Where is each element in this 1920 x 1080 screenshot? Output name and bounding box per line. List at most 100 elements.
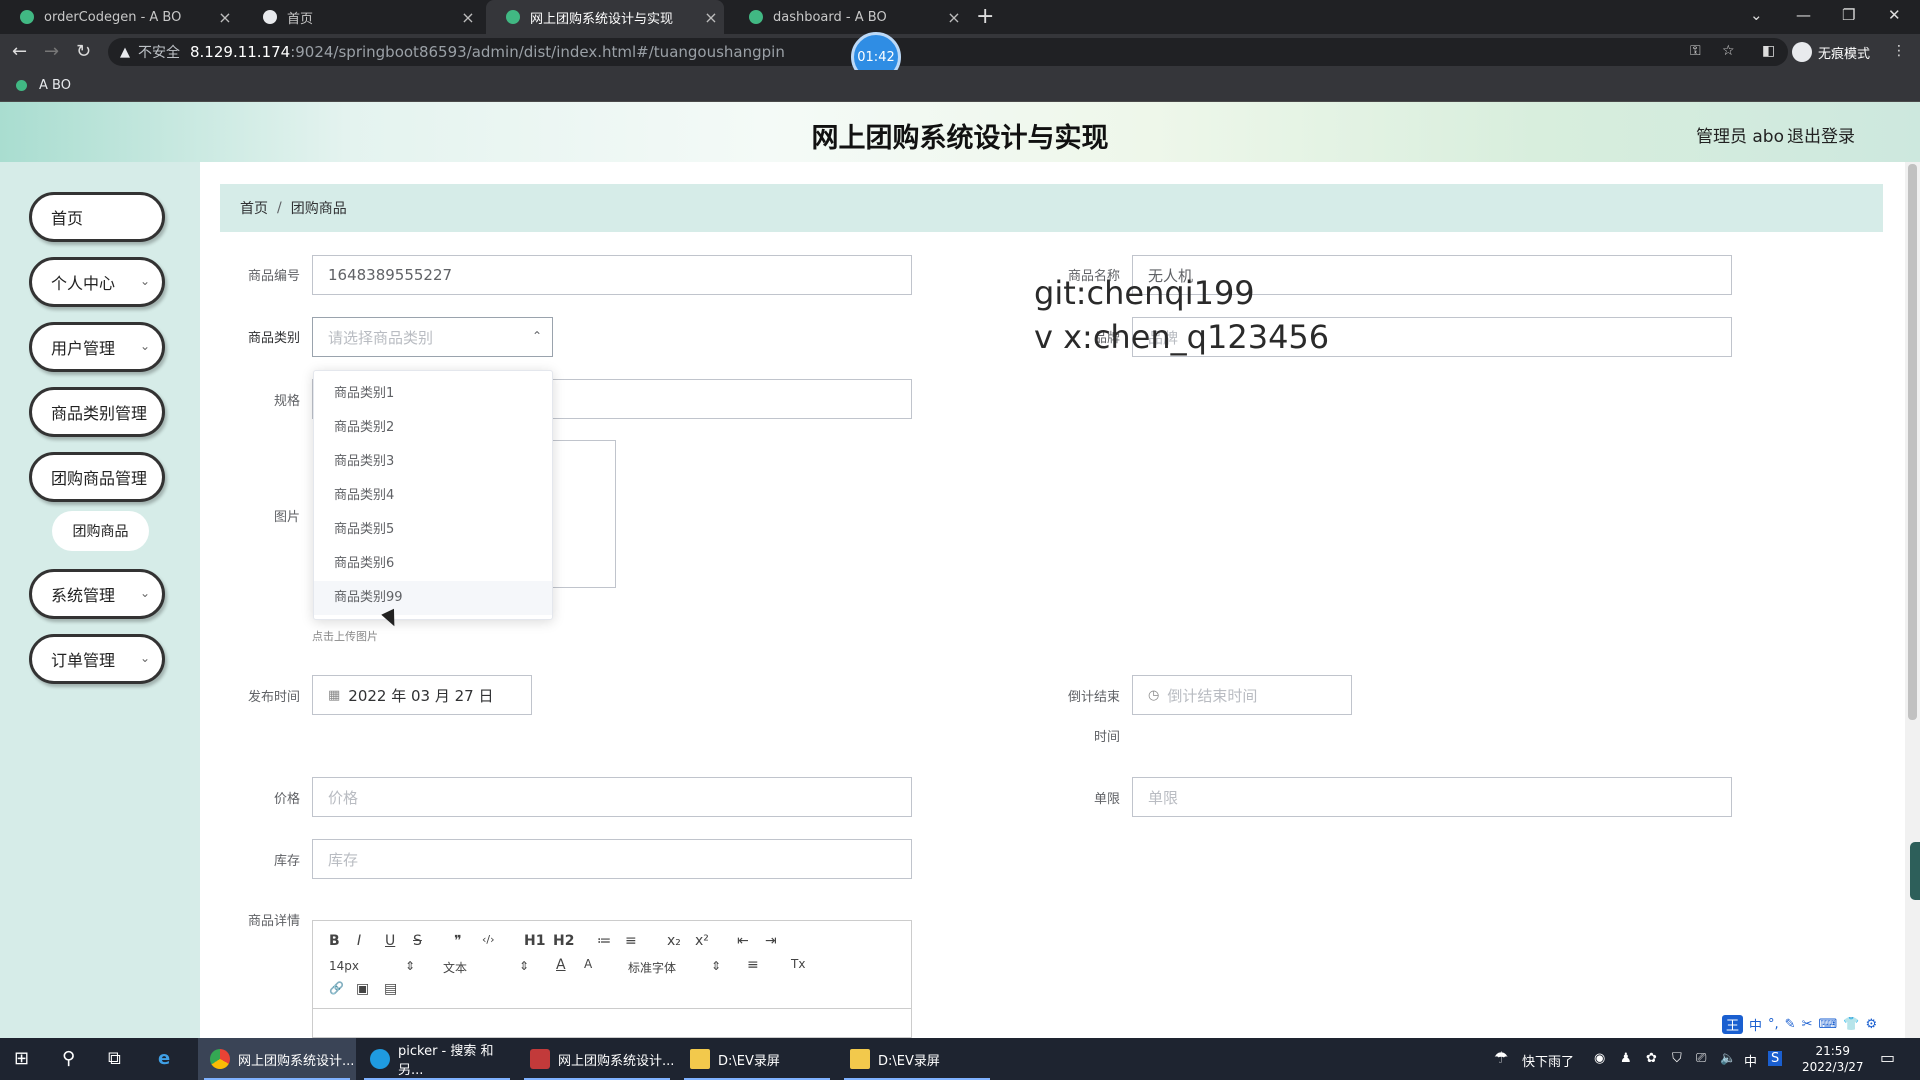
wechat-icon[interactable]: ◉ bbox=[1594, 1051, 1605, 1066]
logout-link[interactable]: 退出登录 bbox=[1787, 122, 1855, 147]
volume-icon[interactable]: 🔈 bbox=[1720, 1051, 1736, 1066]
bullet-list-button[interactable]: ≡ bbox=[625, 933, 637, 949]
align-button[interactable]: ≡ bbox=[747, 957, 759, 973]
chevron-down-icon: ⌄ bbox=[139, 586, 150, 600]
category-option[interactable]: 商品类别1 bbox=[314, 377, 552, 411]
ordered-list-button[interactable]: ≔ bbox=[597, 933, 611, 949]
tab-search-icon[interactable]: ⌄ bbox=[1750, 6, 1763, 24]
background-color-button[interactable]: A bbox=[584, 957, 592, 971]
taskbar-app-explorer[interactable]: D:\EV录屏 bbox=[838, 1038, 996, 1080]
sidebar-subitem-group-products[interactable]: 团购商品 bbox=[52, 511, 149, 551]
underline-button[interactable]: U bbox=[385, 933, 395, 949]
bookmark-item[interactable]: A BO bbox=[16, 78, 71, 93]
browser-tab[interactable]: dashboard - A BO × bbox=[729, 0, 967, 34]
sidebar-item-home[interactable]: 首页 bbox=[29, 192, 165, 242]
bold-button[interactable]: B bbox=[329, 933, 340, 949]
italic-button[interactable]: I bbox=[357, 933, 361, 949]
taskbar-clock[interactable]: 21:59 2022/3/27 bbox=[1802, 1043, 1864, 1075]
new-tab-icon[interactable]: + bbox=[976, 4, 994, 29]
product-code-input[interactable]: 1648389555227 bbox=[312, 255, 912, 295]
restore-icon[interactable]: ❐ bbox=[1842, 6, 1855, 24]
menu-icon[interactable]: ⋮ bbox=[1892, 43, 1906, 59]
security-app-icon[interactable]: ✿ bbox=[1646, 1051, 1657, 1066]
strike-button[interactable]: S bbox=[413, 933, 422, 949]
windows-start-icon[interactable]: ⊞ bbox=[14, 1048, 29, 1069]
taskbar-app-chrome[interactable]: 网上团购系统设计... bbox=[198, 1038, 356, 1080]
forward-icon[interactable]: → bbox=[44, 41, 59, 62]
side-grip-handle[interactable] bbox=[1910, 842, 1920, 900]
taskbar-app-explorer[interactable]: D:\EV录屏 bbox=[678, 1038, 836, 1080]
font-color-button[interactable]: A bbox=[556, 957, 566, 973]
notification-icon[interactable]: ▭ bbox=[1880, 1048, 1895, 1067]
category-option[interactable]: 商品类别3 bbox=[314, 445, 552, 479]
image-button[interactable]: ▣ bbox=[356, 981, 369, 997]
reload-icon[interactable]: ↻ bbox=[76, 41, 91, 62]
code-block-button[interactable]: ‹/› bbox=[482, 933, 495, 946]
category-option[interactable]: 商品类别2 bbox=[314, 411, 552, 445]
sogou-tray-icon[interactable]: S bbox=[1768, 1051, 1783, 1066]
ime-toolbar[interactable]: 王 中 °, ✎ ✂ ⌨ 👕 ⚙ bbox=[1722, 1012, 1884, 1036]
close-icon[interactable]: × bbox=[698, 8, 724, 27]
search-icon[interactable]: ⚲ bbox=[62, 1048, 75, 1069]
sidebar-item-system-management[interactable]: 系统管理 ⌄ bbox=[29, 569, 165, 619]
link-button[interactable]: 🔗 bbox=[329, 981, 344, 995]
close-icon[interactable]: × bbox=[455, 8, 481, 27]
blockquote-button[interactable]: ❞ bbox=[454, 933, 462, 949]
sidebar-item-user-management[interactable]: 用户管理 ⌄ bbox=[29, 322, 165, 372]
block-format-select[interactable]: 文本 bbox=[443, 959, 467, 976]
category-option[interactable]: 商品类别5 bbox=[314, 513, 552, 547]
scrollbar[interactable] bbox=[1905, 162, 1920, 1038]
stock-input[interactable]: 库存 bbox=[312, 839, 912, 879]
minimize-icon[interactable]: — bbox=[1796, 6, 1811, 24]
back-icon[interactable]: ← bbox=[12, 41, 27, 62]
font-size-select[interactable]: 14px bbox=[329, 959, 359, 973]
video-button[interactable]: ▤ bbox=[384, 981, 397, 997]
browser-tab[interactable]: 首页 × bbox=[243, 0, 481, 34]
task-view-icon[interactable]: ⧉ bbox=[108, 1048, 121, 1069]
incognito-label: 无痕模式 bbox=[1818, 46, 1871, 62]
shield-icon[interactable]: ⛉ bbox=[1672, 1051, 1682, 1066]
h2-button[interactable]: H2 bbox=[553, 933, 574, 949]
category-select[interactable]: 请选择商品类别 ⌃ bbox=[312, 317, 553, 357]
sidebar-item-product-management[interactable]: 团购商品管理 bbox=[29, 452, 165, 502]
ime-indicator[interactable]: 中 bbox=[1744, 1051, 1757, 1070]
category-option[interactable]: 商品类别6 bbox=[314, 547, 552, 581]
superscript-button[interactable]: x² bbox=[695, 933, 709, 949]
close-window-icon[interactable]: ✕ bbox=[1888, 6, 1901, 24]
side-panel-icon[interactable]: ◧ bbox=[1762, 43, 1775, 59]
h1-button[interactable]: H1 bbox=[524, 933, 545, 949]
close-icon[interactable]: × bbox=[941, 8, 967, 27]
browser-tab[interactable]: orderCodegen - A BO × bbox=[0, 0, 238, 34]
sidebar-item-order-management[interactable]: 订单管理 ⌄ bbox=[29, 634, 165, 684]
price-input[interactable]: 价格 bbox=[312, 777, 912, 817]
browser-tab-active[interactable]: 网上团购系统设计与实现 × bbox=[486, 0, 724, 34]
ie-browser-icon[interactable]: e bbox=[158, 1048, 170, 1069]
close-icon[interactable]: × bbox=[212, 8, 238, 27]
countdown-placeholder: 倒计结束时间 bbox=[1167, 686, 1258, 705]
sidebar-item-category-management[interactable]: 商品类别管理 bbox=[29, 387, 165, 437]
indent-button[interactable]: ⇥ bbox=[765, 933, 777, 949]
star-icon[interactable]: ☆ bbox=[1722, 43, 1735, 59]
taskbar-app-vscode[interactable]: 网上团购系统设计... bbox=[518, 1038, 676, 1080]
incognito-indicator[interactable]: 无痕模式 bbox=[1792, 42, 1870, 62]
taskbar-app-edge[interactable]: picker - 搜索 和另... bbox=[358, 1038, 516, 1080]
address-bar[interactable]: ▲ 不安全 8.129.11.174 :9024/springboot86593… bbox=[108, 38, 1788, 66]
countdown-time-picker[interactable]: ◷ 倒计结束时间 bbox=[1132, 675, 1352, 715]
outdent-button[interactable]: ⇤ bbox=[737, 933, 749, 949]
sidebar-item-personal-center[interactable]: 个人中心 ⌄ bbox=[29, 257, 165, 307]
qq-icon[interactable]: ♟ bbox=[1620, 1051, 1632, 1066]
limit-input[interactable]: 单限 bbox=[1132, 777, 1732, 817]
scrollbar-thumb[interactable] bbox=[1908, 164, 1917, 720]
publish-date-picker[interactable]: ▦ 2022 年 03 月 27 日 bbox=[312, 675, 532, 715]
network-icon[interactable]: ⎚ bbox=[1696, 1051, 1706, 1066]
breadcrumb-home[interactable]: 首页 bbox=[240, 198, 268, 218]
font-family-select[interactable]: 标准字体 bbox=[628, 959, 676, 976]
subscript-button[interactable]: x₂ bbox=[667, 933, 681, 949]
category-option[interactable]: 商品类别4 bbox=[314, 479, 552, 513]
category-option[interactable]: 商品类别99 bbox=[314, 581, 552, 615]
vue-favicon-icon bbox=[506, 10, 520, 24]
clear-format-button[interactable]: Tx bbox=[791, 957, 805, 971]
key-icon[interactable]: ⚿ bbox=[1690, 43, 1701, 59]
sidebar-item-label: 团购商品管理 bbox=[51, 469, 148, 488]
weather-text[interactable]: 快下雨了 bbox=[1522, 1051, 1574, 1070]
